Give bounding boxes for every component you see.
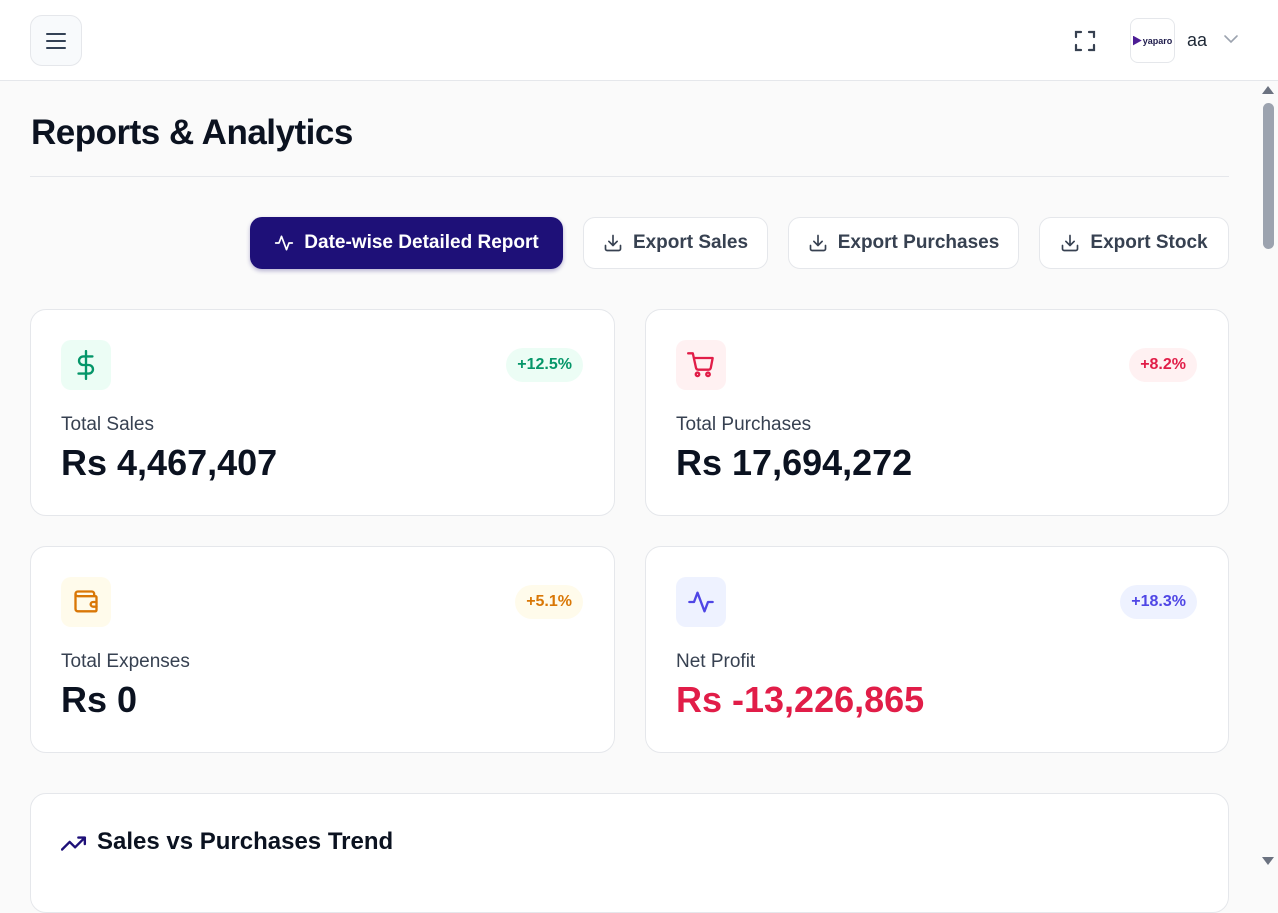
brand-logo-text: yaparo (1142, 35, 1173, 46)
trend-title: Sales vs Purchases Trend (97, 828, 394, 855)
expenses-label: Total Expenses (61, 651, 190, 672)
expenses-change-badge: +5.1% (515, 585, 583, 619)
download-icon (1062, 234, 1079, 252)
sales-change-badge: +12.5% (506, 348, 583, 382)
total-purchases-card: +8.2% Total Purchases Rs 17,694,272 (645, 309, 1229, 516)
page-title: Reports & Analytics (31, 113, 353, 152)
total-expenses-card: +5.1% Total Expenses Rs 0 (30, 546, 615, 753)
menu-button[interactable] (30, 15, 82, 66)
export-sales-button[interactable]: Export Sales (583, 217, 768, 269)
fullscreen-button[interactable] (1070, 26, 1100, 56)
total-sales-card: +12.5% Total Sales Rs 4,467,407 (30, 309, 615, 516)
profit-change-badge: +18.3% (1120, 585, 1197, 619)
scroll-down-arrow[interactable] (1262, 857, 1274, 865)
export-stock-label: Export Stock (1090, 232, 1208, 253)
scroll-up-arrow[interactable] (1262, 86, 1274, 94)
activity-icon (275, 235, 294, 251)
expenses-value: Rs 0 (61, 679, 138, 720)
export-stock-button[interactable]: Export Stock (1039, 217, 1229, 269)
title-divider (30, 176, 1229, 177)
export-purchases-label: Export Purchases (837, 232, 1000, 253)
profit-value: Rs -13,226,865 (676, 679, 925, 720)
scroll-thumb[interactable] (1263, 103, 1274, 249)
profit-icon-box (676, 577, 726, 627)
hamburger-icon (46, 32, 66, 49)
sales-value: Rs 4,467,407 (61, 442, 278, 483)
sales-label: Total Sales (61, 414, 154, 435)
fullscreen-icon (1074, 30, 1096, 52)
wallet-icon (74, 590, 98, 613)
expenses-icon-box (61, 577, 111, 627)
avatar[interactable]: yaparo (1130, 18, 1175, 63)
top-bar: yaparo aa (0, 0, 1278, 81)
dollar-icon (77, 350, 95, 380)
cart-icon (687, 352, 714, 378)
purchases-change-badge: +8.2% (1129, 348, 1197, 382)
net-profit-card: +18.3% Net Profit Rs -13,226,865 (645, 546, 1229, 753)
purchases-value: Rs 17,694,272 (676, 442, 913, 483)
sales-icon-box (61, 340, 111, 390)
trending-up-icon (61, 836, 87, 851)
purchases-label: Total Purchases (676, 414, 812, 435)
export-sales-label: Export Sales (632, 232, 749, 253)
download-icon (604, 234, 622, 252)
user-name[interactable]: aa (1187, 30, 1207, 51)
activity-icon (688, 591, 714, 613)
purchases-icon-box (676, 340, 726, 390)
export-purchases-button[interactable]: Export Purchases (788, 217, 1019, 269)
detailed-report-button[interactable]: Date-wise Detailed Report (250, 217, 563, 269)
download-icon (809, 234, 827, 252)
profit-label: Net Profit (676, 651, 756, 672)
trend-card: Sales vs Purchases Trend (30, 793, 1229, 913)
chevron-down-icon[interactable] (1222, 30, 1240, 48)
brand-logo-icon (1132, 35, 1142, 46)
detailed-report-label: Date-wise Detailed Report (304, 232, 539, 253)
